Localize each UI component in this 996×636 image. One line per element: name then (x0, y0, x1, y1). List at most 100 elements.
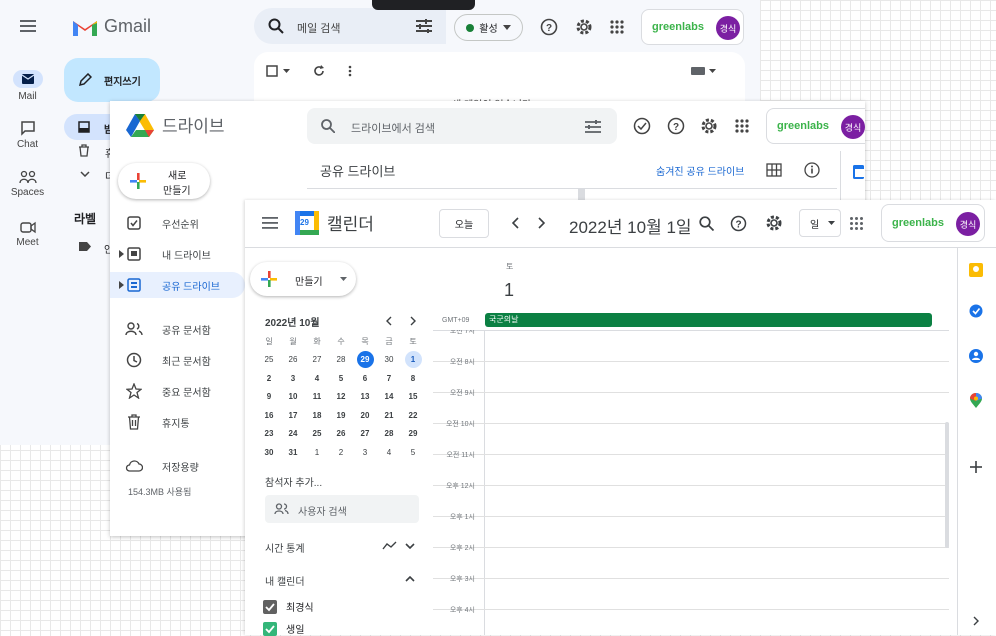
mini-calendar-day[interactable]: 16 (257, 406, 281, 425)
mini-calendar-day[interactable]: 14 (377, 388, 401, 407)
gmail-logo[interactable]: Gmail (72, 16, 151, 37)
mini-calendar-day[interactable]: 19 (329, 406, 353, 425)
refresh-icon[interactable] (313, 65, 325, 77)
drive-nav-my-drive[interactable]: 내 드라이브 (119, 241, 245, 267)
tune-icon[interactable] (416, 19, 432, 33)
mini-calendar-day[interactable]: 27 (305, 351, 329, 370)
mini-calendar-day[interactable]: 25 (305, 425, 329, 444)
status-chip[interactable]: 활성 (454, 14, 523, 41)
account-chip[interactable]: greenlabs 경식 (641, 9, 744, 45)
drive-nav-shared-with-me[interactable]: 공유 문서함 (120, 316, 245, 342)
mini-calendar-day[interactable]: 25 (257, 351, 281, 370)
mini-calendar-day[interactable]: 21 (377, 406, 401, 425)
mini-calendar-day[interactable]: 10 (281, 388, 305, 407)
ready-offline-icon[interactable] (633, 117, 651, 135)
expand-arrow-icon[interactable] (119, 281, 124, 289)
contacts-icon[interactable] (969, 349, 983, 363)
keep-icon[interactable] (969, 263, 983, 277)
mini-calendar-day[interactable]: 5 (329, 369, 353, 388)
avatar[interactable]: 경식 (716, 16, 740, 40)
rail-chat[interactable]: Chat (0, 120, 55, 150)
checkbox-checked-icon[interactable] (263, 599, 277, 614)
drive-new-button[interactable]: 새로 만들기 (118, 163, 210, 199)
input-tools[interactable] (691, 67, 716, 75)
grid-view-icon[interactable] (766, 163, 782, 177)
account-chip[interactable]: greenlabs 경식 (881, 204, 985, 242)
menu-icon[interactable] (20, 19, 36, 33)
rail-spaces[interactable]: Spaces (0, 170, 55, 198)
mini-calendar-day[interactable]: 13 (353, 388, 377, 407)
info-icon[interactable] (804, 162, 820, 178)
mini-calendar-day[interactable]: 28 (329, 351, 353, 370)
expand-arrow-icon[interactable] (119, 250, 124, 258)
menu-icon[interactable] (262, 217, 278, 229)
calendar-logo[interactable]: 29 캘린더 (295, 210, 374, 235)
chevron-left-icon[interactable] (512, 217, 520, 229)
drive-search-input[interactable]: 드라이브에서 검색 (351, 120, 435, 136)
help-icon[interactable]: ? (540, 18, 558, 36)
drive-nav-trash[interactable]: 휴지통 (120, 409, 245, 435)
apps-grid-icon[interactable] (735, 119, 749, 133)
mini-calendar-day[interactable]: 26 (281, 351, 305, 370)
calendar-app-icon[interactable] (853, 165, 864, 179)
today-button[interactable]: 오늘 (439, 209, 489, 238)
mini-calendar-day[interactable]: 29 (353, 351, 377, 370)
rail-meet[interactable]: Meet (0, 220, 55, 248)
chevron-down-icon[interactable] (405, 543, 415, 549)
chevron-left-icon[interactable] (386, 316, 393, 326)
drive-search-bar[interactable]: 드라이브에서 검색 (307, 108, 617, 144)
account-chip[interactable]: greenlabs 경식 (766, 108, 865, 144)
apps-grid-icon[interactable] (610, 20, 624, 34)
maps-icon[interactable] (970, 393, 982, 409)
checkbox-checked-icon[interactable] (263, 621, 277, 636)
mini-calendar-day[interactable]: 8 (401, 369, 425, 388)
mini-calendar-day[interactable]: 9 (257, 388, 281, 407)
mini-calendar-day[interactable]: 4 (305, 369, 329, 388)
drive-nav-shared-drives[interactable]: 공유 드라이브 (110, 272, 245, 298)
mini-calendar-day[interactable]: 31 (281, 443, 305, 462)
mini-calendar-day[interactable]: 28 (377, 425, 401, 444)
more-vert-icon[interactable] (348, 65, 352, 77)
mini-calendar-day[interactable]: 4 (377, 443, 401, 462)
rail-mail[interactable]: Mail (0, 70, 55, 102)
avatar[interactable]: 경식 (841, 115, 865, 139)
mini-calendar-day[interactable]: 3 (353, 443, 377, 462)
settings-icon[interactable] (575, 18, 593, 36)
chevron-right-icon[interactable] (409, 316, 416, 326)
compose-button[interactable]: 편지쓰기 (64, 58, 160, 102)
mini-calendar-day[interactable]: 2 (257, 369, 281, 388)
calendar-item[interactable]: 최경식 (263, 599, 314, 614)
insights-icon[interactable] (382, 541, 397, 550)
mini-calendar-day[interactable]: 27 (353, 425, 377, 444)
nav-inbox[interactable]: 받 (64, 114, 114, 140)
mini-calendar-day[interactable]: 3 (281, 369, 305, 388)
drive-nav-starred[interactable]: 중요 문서함 (120, 378, 245, 404)
gmail-search-bar[interactable]: 메일 검색 (254, 8, 446, 44)
avatar[interactable]: 경식 (956, 212, 980, 236)
calendar-item[interactable]: 생일 (263, 621, 304, 636)
drive-nav-recent[interactable]: 최근 문서함 (120, 347, 245, 373)
mini-calendar-day[interactable]: 23 (257, 425, 281, 444)
select-all[interactable] (266, 65, 290, 77)
chevron-right-icon[interactable] (973, 616, 979, 626)
mini-calendar-day[interactable]: 24 (281, 425, 305, 444)
search-icon[interactable] (699, 216, 714, 231)
mini-calendar-day[interactable]: 7 (377, 369, 401, 388)
drive-nav-storage[interactable]: 저장용량 (120, 453, 245, 479)
settings-icon[interactable] (700, 117, 718, 135)
create-button[interactable]: 만들기 (250, 262, 356, 296)
settings-icon[interactable] (765, 214, 783, 232)
chevron-right-icon[interactable] (537, 217, 545, 229)
day-number[interactable]: 1 (504, 280, 514, 301)
mini-calendar-day[interactable]: 2 (329, 443, 353, 462)
mini-calendar-day[interactable]: 17 (281, 406, 305, 425)
mini-calendar-day[interactable]: 18 (305, 406, 329, 425)
drive-nav-priority[interactable]: 우선순위 (120, 210, 245, 236)
apps-grid-icon[interactable] (850, 217, 863, 230)
mini-calendar-day[interactable]: 20 (353, 406, 377, 425)
mini-calendar-day[interactable]: 6 (353, 369, 377, 388)
mini-calendar-day[interactable]: 1 (305, 443, 329, 462)
scrollbar[interactable] (945, 422, 949, 548)
chevron-up-icon[interactable] (405, 576, 415, 582)
view-select[interactable]: 일 (799, 209, 841, 237)
